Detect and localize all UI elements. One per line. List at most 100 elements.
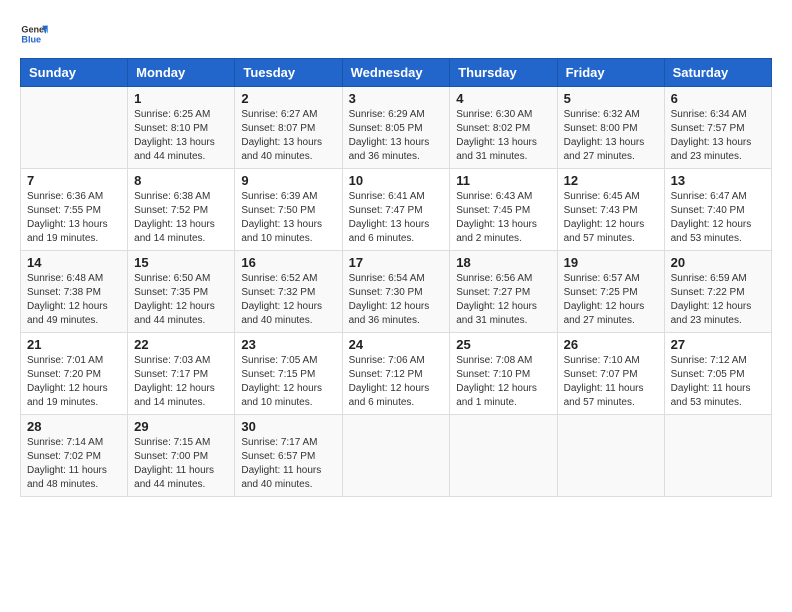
day-number: 23 [241,337,335,352]
day-info: Sunrise: 6:45 AM Sunset: 7:43 PM Dayligh… [564,190,658,246]
week-row-2: 7 Sunrise: 6:36 AM Sunset: 7:55 PM Daylig… [21,169,772,251]
day-info: Sunrise: 7:08 AM Sunset: 7:10 PM Dayligh… [456,354,550,410]
day-info: Sunrise: 6:56 AM Sunset: 7:27 PM Dayligh… [456,272,550,328]
day-info: Sunrise: 7:03 AM Sunset: 7:17 PM Dayligh… [134,354,228,410]
day-number: 16 [241,255,335,270]
day-cell [557,415,664,497]
day-info: Sunrise: 7:05 AM Sunset: 7:15 PM Dayligh… [241,354,335,410]
day-number: 17 [349,255,444,270]
weekday-row: SundayMondayTuesdayWednesdayThursdayFrid… [21,59,772,87]
day-info: Sunrise: 6:41 AM Sunset: 7:47 PM Dayligh… [349,190,444,246]
day-cell: 16 Sunrise: 6:52 AM Sunset: 7:32 PM Dayli… [235,251,342,333]
day-number: 20 [671,255,765,270]
day-number: 28 [27,419,121,434]
weekday-header-wednesday: Wednesday [342,59,450,87]
day-number: 29 [134,419,228,434]
day-info: Sunrise: 6:59 AM Sunset: 7:22 PM Dayligh… [671,272,765,328]
day-cell: 12 Sunrise: 6:45 AM Sunset: 7:43 PM Dayli… [557,169,664,251]
day-info: Sunrise: 7:15 AM Sunset: 7:00 PM Dayligh… [134,436,228,492]
day-cell: 18 Sunrise: 6:56 AM Sunset: 7:27 PM Dayli… [450,251,557,333]
day-number: 24 [349,337,444,352]
day-info: Sunrise: 7:12 AM Sunset: 7:05 PM Dayligh… [671,354,765,410]
day-cell: 23 Sunrise: 7:05 AM Sunset: 7:15 PM Dayli… [235,333,342,415]
day-cell: 8 Sunrise: 6:38 AM Sunset: 7:52 PM Daylig… [128,169,235,251]
day-number: 3 [349,91,444,106]
day-info: Sunrise: 7:14 AM Sunset: 7:02 PM Dayligh… [27,436,121,492]
day-number: 25 [456,337,550,352]
day-cell: 4 Sunrise: 6:30 AM Sunset: 8:02 PM Daylig… [450,87,557,169]
day-number: 10 [349,173,444,188]
calendar-body: 1 Sunrise: 6:25 AM Sunset: 8:10 PM Daylig… [21,87,772,497]
day-cell: 2Sunrise: 6:27 AM Sunset: 8:07 PM Daylig… [235,87,342,169]
day-number: 27 [671,337,765,352]
logo-icon: General Blue [20,20,48,48]
day-info: Sunrise: 6:38 AM Sunset: 7:52 PM Dayligh… [134,190,228,246]
day-cell: 26Sunrise: 7:10 AM Sunset: 7:07 PM Dayli… [557,333,664,415]
day-number: 4 [456,91,550,106]
day-cell: 22 Sunrise: 7:03 AM Sunset: 7:17 PM Dayli… [128,333,235,415]
day-info: Sunrise: 7:06 AM Sunset: 7:12 PM Dayligh… [349,354,444,410]
day-info: Sunrise: 6:34 AM Sunset: 7:57 PM Dayligh… [671,108,765,164]
day-cell: 9 Sunrise: 6:39 AM Sunset: 7:50 PM Daylig… [235,169,342,251]
day-number: 5 [564,91,658,106]
logo: General Blue [20,20,52,48]
day-info: Sunrise: 6:36 AM Sunset: 7:55 PM Dayligh… [27,190,121,246]
day-cell: 14Sunrise: 6:48 AM Sunset: 7:38 PM Dayli… [21,251,128,333]
weekday-header-sunday: Sunday [21,59,128,87]
calendar-table: SundayMondayTuesdayWednesdayThursdayFrid… [20,58,772,497]
day-cell: 28 Sunrise: 7:14 AM Sunset: 7:02 PM Dayli… [21,415,128,497]
day-number: 6 [671,91,765,106]
day-cell [664,415,771,497]
day-cell: 6 Sunrise: 6:34 AM Sunset: 7:57 PM Daylig… [664,87,771,169]
day-info: Sunrise: 6:25 AM Sunset: 8:10 PM Dayligh… [134,108,228,164]
day-cell: 20 Sunrise: 6:59 AM Sunset: 7:22 PM Dayli… [664,251,771,333]
week-row-3: 14Sunrise: 6:48 AM Sunset: 7:38 PM Dayli… [21,251,772,333]
day-number: 14 [27,255,121,270]
day-cell: 29 Sunrise: 7:15 AM Sunset: 7:00 PM Dayli… [128,415,235,497]
day-info: Sunrise: 6:57 AM Sunset: 7:25 PM Dayligh… [564,272,658,328]
day-cell: 1 Sunrise: 6:25 AM Sunset: 8:10 PM Daylig… [128,87,235,169]
day-cell [21,87,128,169]
day-info: Sunrise: 6:47 AM Sunset: 7:40 PM Dayligh… [671,190,765,246]
day-cell: 25 Sunrise: 7:08 AM Sunset: 7:10 PM Dayli… [450,333,557,415]
day-info: Sunrise: 7:17 AM Sunset: 6:57 PM Dayligh… [241,436,335,492]
day-info: Sunrise: 6:50 AM Sunset: 7:35 PM Dayligh… [134,272,228,328]
day-info: Sunrise: 6:30 AM Sunset: 8:02 PM Dayligh… [456,108,550,164]
day-number: 22 [134,337,228,352]
day-info: Sunrise: 7:01 AM Sunset: 7:20 PM Dayligh… [27,354,121,410]
weekday-header-tuesday: Tuesday [235,59,342,87]
day-info: Sunrise: 6:54 AM Sunset: 7:30 PM Dayligh… [349,272,444,328]
day-cell: 11 Sunrise: 6:43 AM Sunset: 7:45 PM Dayli… [450,169,557,251]
day-cell [450,415,557,497]
weekday-header-friday: Friday [557,59,664,87]
day-cell: 30Sunrise: 7:17 AM Sunset: 6:57 PM Dayli… [235,415,342,497]
day-number: 26 [564,337,658,352]
day-info: Sunrise: 6:39 AM Sunset: 7:50 PM Dayligh… [241,190,335,246]
weekday-header-monday: Monday [128,59,235,87]
day-number: 7 [27,173,121,188]
week-row-1: 1 Sunrise: 6:25 AM Sunset: 8:10 PM Daylig… [21,87,772,169]
weekday-header-saturday: Saturday [664,59,771,87]
day-number: 11 [456,173,550,188]
day-cell: 21Sunrise: 7:01 AM Sunset: 7:20 PM Dayli… [21,333,128,415]
header: General Blue [20,20,772,48]
day-number: 12 [564,173,658,188]
day-number: 2 [241,91,335,106]
weekday-header-thursday: Thursday [450,59,557,87]
day-cell: 7 Sunrise: 6:36 AM Sunset: 7:55 PM Daylig… [21,169,128,251]
day-number: 8 [134,173,228,188]
day-number: 15 [134,255,228,270]
day-number: 1 [134,91,228,106]
week-row-4: 21Sunrise: 7:01 AM Sunset: 7:20 PM Dayli… [21,333,772,415]
calendar-header: SundayMondayTuesdayWednesdayThursdayFrid… [21,59,772,87]
day-cell: 13 Sunrise: 6:47 AM Sunset: 7:40 PM Dayli… [664,169,771,251]
day-info: Sunrise: 6:43 AM Sunset: 7:45 PM Dayligh… [456,190,550,246]
day-number: 18 [456,255,550,270]
day-cell: 19 Sunrise: 6:57 AM Sunset: 7:25 PM Dayli… [557,251,664,333]
day-cell: 10 Sunrise: 6:41 AM Sunset: 7:47 PM Dayli… [342,169,450,251]
day-cell: 3Sunrise: 6:29 AM Sunset: 8:05 PM Daylig… [342,87,450,169]
day-number: 19 [564,255,658,270]
day-number: 13 [671,173,765,188]
day-info: Sunrise: 6:52 AM Sunset: 7:32 PM Dayligh… [241,272,335,328]
day-number: 9 [241,173,335,188]
